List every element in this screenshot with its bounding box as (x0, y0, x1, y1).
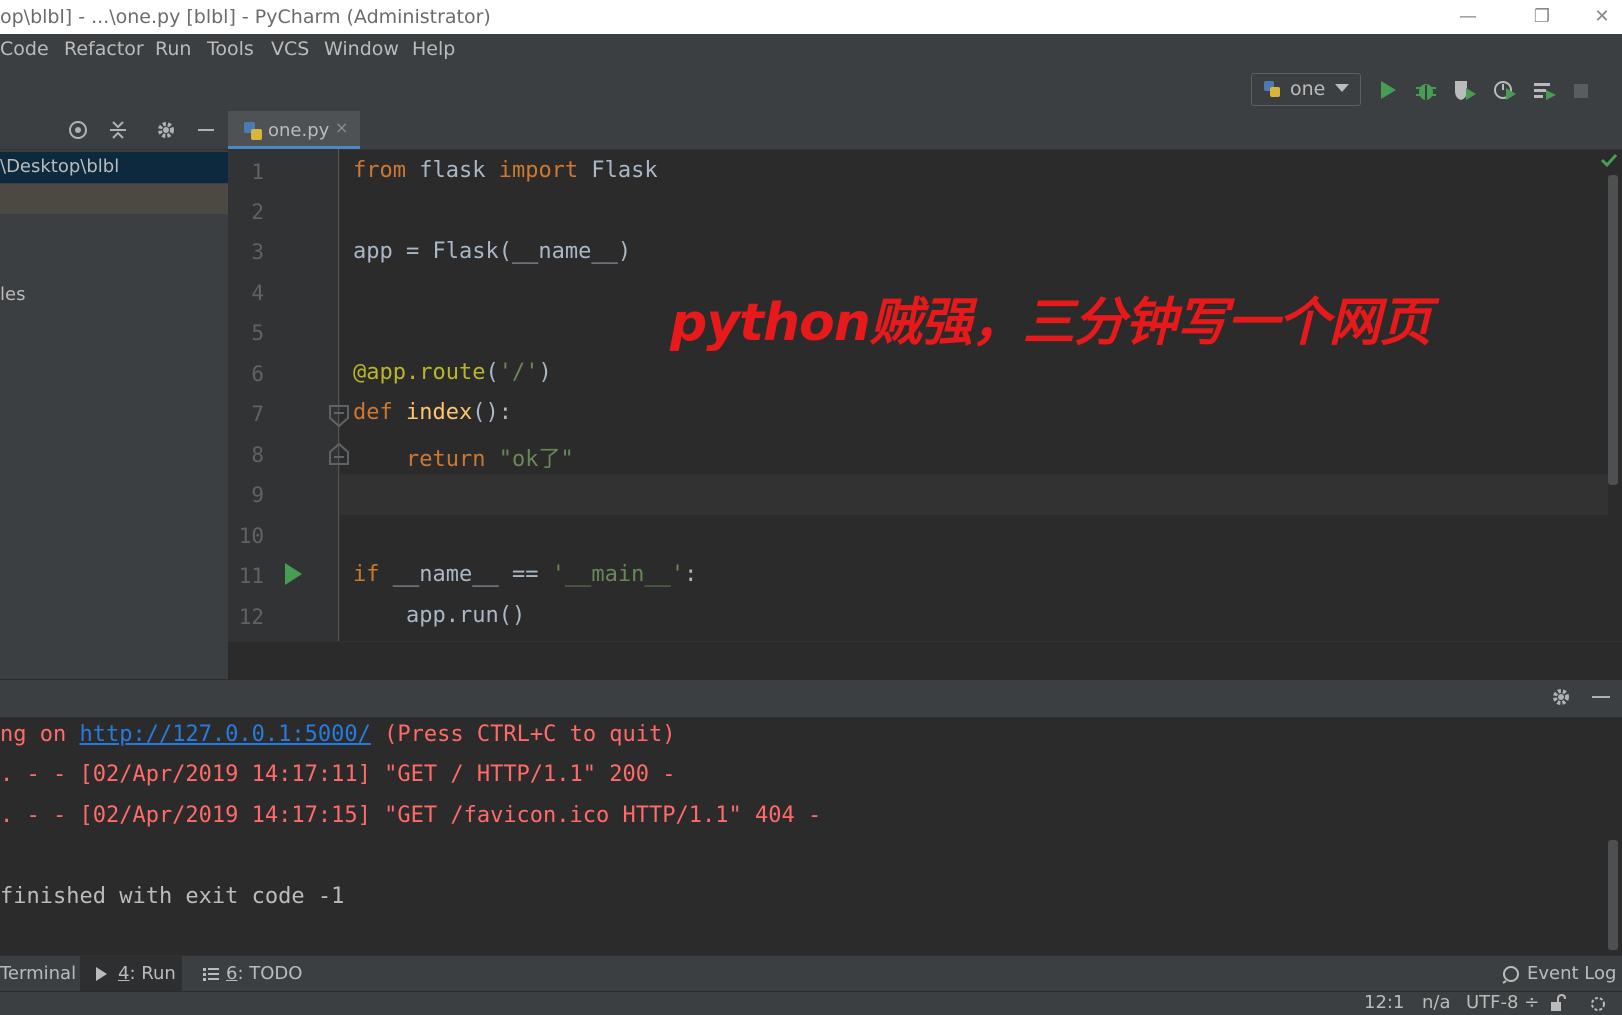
code-line-8[interactable]: return "ok了" (353, 441, 574, 473)
gear-icon[interactable] (155, 119, 177, 141)
line-separator[interactable]: n/a (1422, 992, 1451, 1013)
tab-terminal[interactable]: Terminal (0, 963, 76, 984)
python-icon (1264, 81, 1280, 97)
stop-icon[interactable] (1572, 82, 1590, 100)
current-line-highlight (340, 474, 1608, 515)
hector-icon[interactable] (1588, 994, 1610, 1012)
lock-icon[interactable] (1548, 994, 1566, 1012)
code-line-3[interactable]: app = Flask(__name__) (353, 239, 631, 264)
fold-end-icon[interactable] (328, 442, 350, 466)
line-number: 3 (251, 240, 264, 264)
console-url-link[interactable]: http://127.0.0.1:5000/ (79, 722, 370, 747)
run-with-concurrency-icon[interactable] (1532, 80, 1558, 102)
line-number: 4 (251, 281, 264, 305)
console-line-4: finished with exit code -1 (0, 884, 345, 909)
menu-tools[interactable]: Tools (207, 38, 254, 60)
hide-icon[interactable] (196, 119, 216, 141)
python-file-icon (244, 122, 262, 140)
fold-icon[interactable] (328, 404, 350, 428)
menu-vcs[interactable]: VCS (271, 38, 309, 60)
list-icon (203, 968, 219, 981)
line-number: 9 (251, 483, 264, 507)
run-console[interactable] (0, 717, 1622, 955)
code-line-1[interactable]: from flask import Flask (353, 158, 658, 183)
code-line-12[interactable]: app.run() (353, 603, 525, 628)
caret-position[interactable]: 12:1 (1364, 992, 1404, 1013)
external-libraries-label[interactable]: les (0, 284, 25, 305)
line-number: 2 (251, 200, 264, 224)
menu-refactor[interactable]: Refactor (64, 38, 144, 60)
editor-scrollbar[interactable] (1608, 175, 1618, 485)
gutter-divider (338, 149, 339, 641)
hide-icon[interactable] (1590, 686, 1612, 708)
line-number: 11 (238, 564, 264, 588)
close-button[interactable]: ✕ (1582, 4, 1622, 30)
code-line-6[interactable]: @app.route('/') (353, 360, 552, 385)
tab-close-icon[interactable]: × (335, 118, 348, 137)
run-gutter-icon[interactable] (282, 561, 304, 587)
line-number: 10 (238, 524, 264, 548)
console-line-3: . - - [02/Apr/2019 14:17:15] "GET /favic… (0, 803, 822, 828)
collapse-all-icon[interactable] (107, 119, 129, 141)
menu-run[interactable]: Run (155, 38, 191, 60)
tab-event-log[interactable]: Event Log (1527, 963, 1616, 984)
line-number: 5 (251, 321, 264, 345)
minimize-button[interactable]: — (1448, 4, 1488, 30)
run-config-label: one (1290, 78, 1326, 100)
file-encoding[interactable]: UTF-8 ÷ (1466, 992, 1539, 1013)
locate-icon[interactable] (67, 119, 89, 141)
menu-window[interactable]: Window (324, 38, 399, 60)
console-line-1: ng on http://127.0.0.1:5000/ (Press CTRL… (0, 722, 676, 747)
overlay-caption: python贼强，三分钟写一个网页 (670, 293, 1432, 353)
console-scrollbar[interactable] (1608, 840, 1618, 950)
editor-tab-bar (228, 111, 1622, 150)
console-line-2: . - - [02/Apr/2019 14:17:11] "GET / HTTP… (0, 762, 676, 787)
code-line-11[interactable]: if __name__ == '__main__': (353, 562, 697, 587)
line-number: 12 (238, 605, 264, 629)
menu-code[interactable]: Code (0, 38, 49, 60)
tab-run-label: 4: Run (118, 963, 176, 984)
line-number: 6 (251, 362, 264, 386)
code-line-7[interactable]: def index(): (353, 400, 512, 425)
tab-label: one.py (268, 120, 330, 141)
project-file-row[interactable] (0, 184, 228, 214)
run-panel-header (0, 679, 1622, 718)
gear-icon[interactable] (1550, 686, 1572, 708)
profile-icon[interactable] (1492, 78, 1518, 102)
inspection-ok-icon (1600, 153, 1618, 168)
run-icon[interactable] (1378, 79, 1398, 101)
debug-icon[interactable] (1414, 78, 1438, 102)
line-number: 8 (251, 443, 264, 467)
project-root-label: \Desktop\blbl (0, 156, 120, 177)
menu-help[interactable]: Help (412, 38, 455, 60)
restore-button[interactable]: ❐ (1522, 4, 1562, 30)
line-number: 1 (251, 160, 264, 184)
chevron-down-icon (1335, 84, 1349, 92)
window-title: op\blbl] - ...\one.py [blbl] - PyCharm (… (0, 6, 491, 28)
editor-bottom-area (228, 641, 1622, 680)
coverage-icon[interactable] (1452, 78, 1478, 102)
tab-todo[interactable]: 6: TODO (226, 963, 302, 984)
line-number: 7 (251, 402, 264, 426)
event-log-icon (1502, 966, 1519, 984)
run-tab-icon (96, 967, 107, 981)
